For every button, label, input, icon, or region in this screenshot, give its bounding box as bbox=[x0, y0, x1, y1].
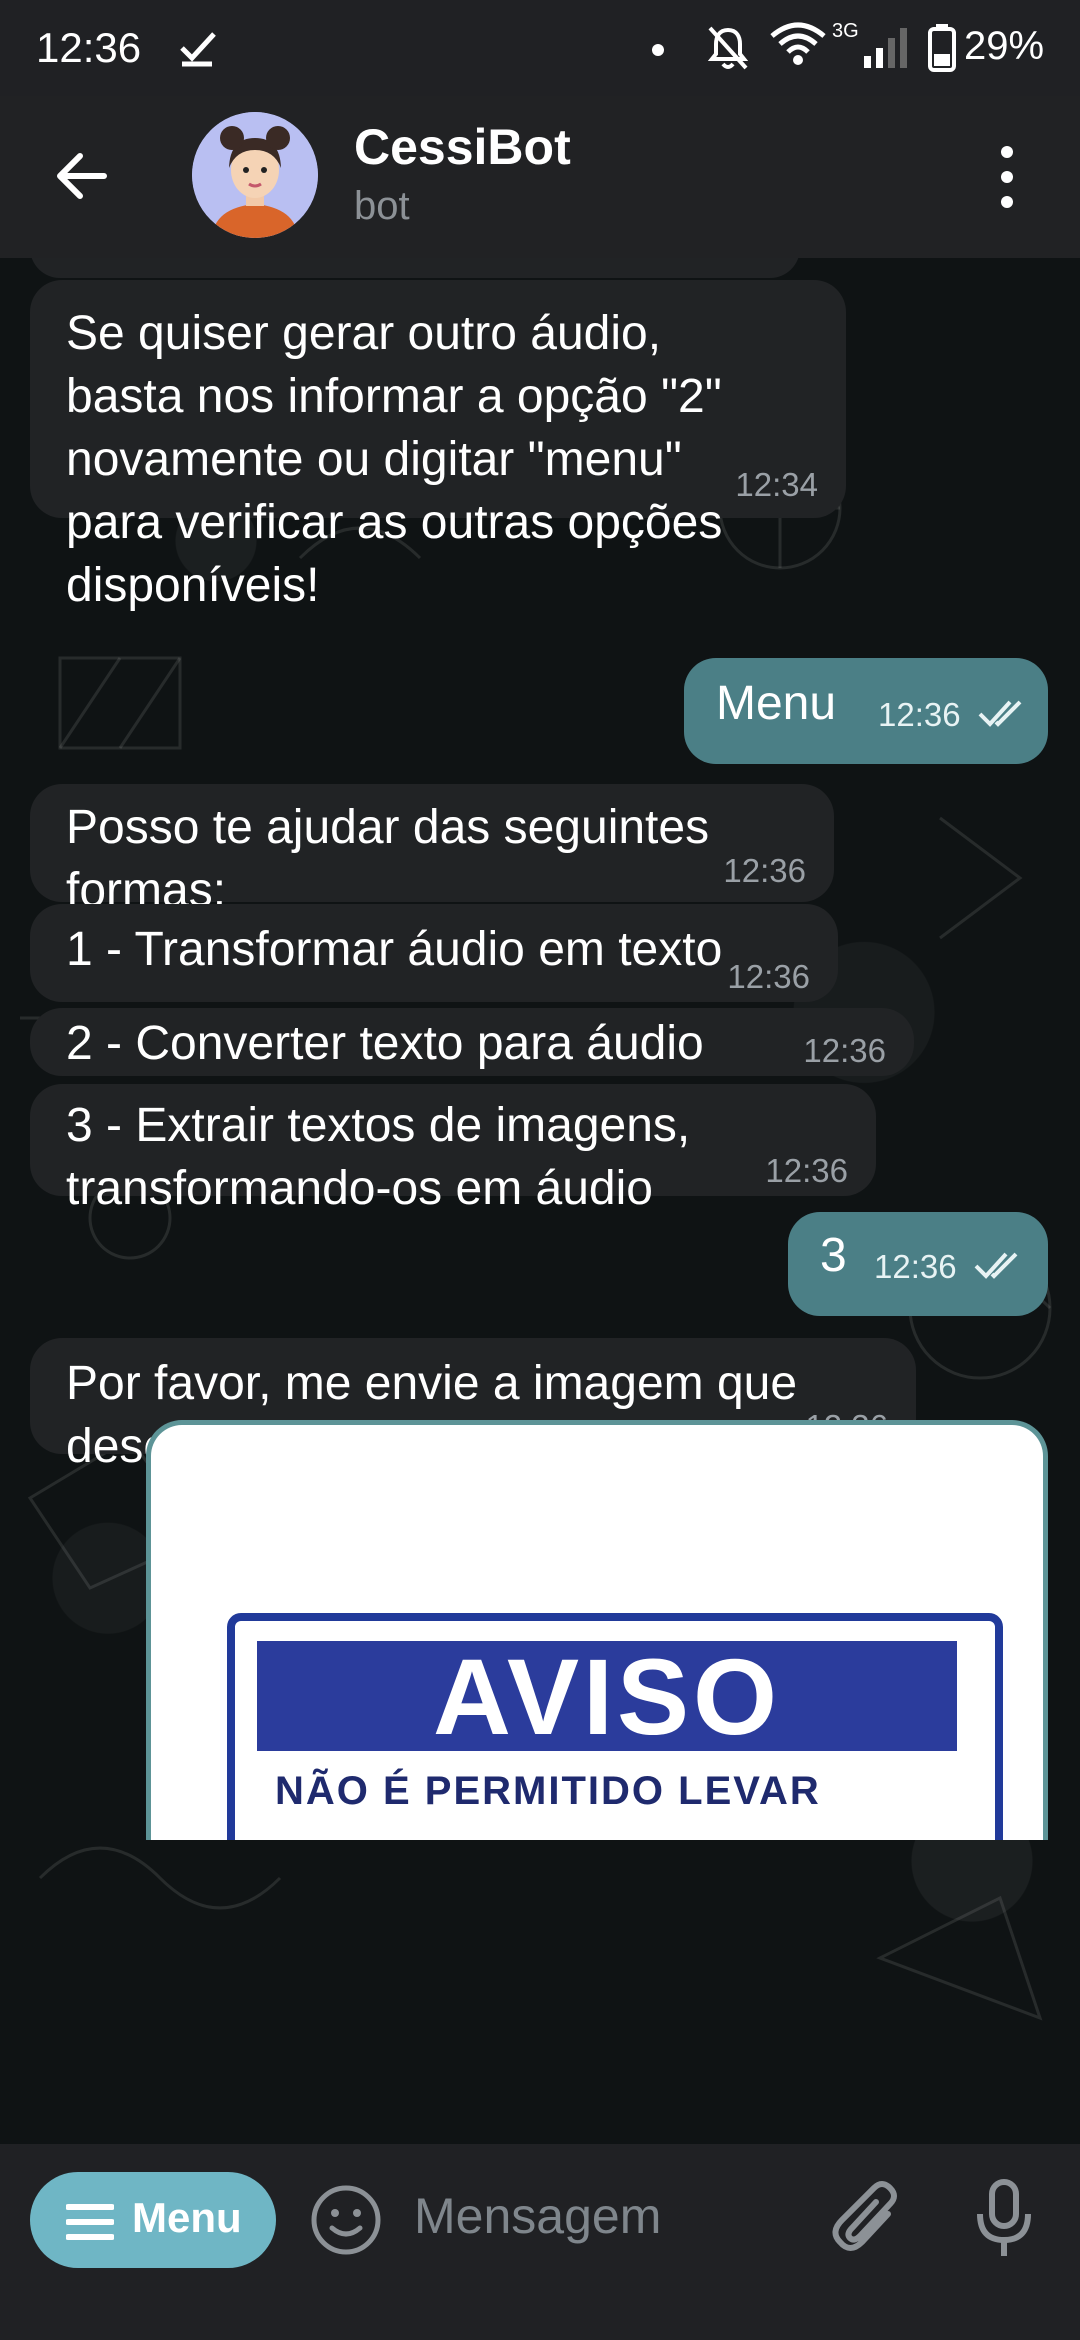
notification-dot-icon bbox=[652, 44, 664, 56]
image-message[interactable]: AVISO NÃO É PERMITIDO LEVAR bbox=[146, 1420, 1048, 1840]
menu-button-label: Menu bbox=[132, 2194, 242, 2241]
message-bubble-incoming[interactable]: 3 - Extrair textos de imagens, transform… bbox=[30, 1084, 876, 1215]
message-bubble-incoming[interactable]: 1 - Transformar áudio em texto 12:36 bbox=[30, 904, 838, 1002]
message-bubble-incoming[interactable]: Posso te ajudar das seguintes formas: 12… bbox=[30, 784, 834, 917]
message-time: 12:36 bbox=[765, 1152, 848, 1189]
mute-icon bbox=[707, 26, 749, 70]
chat-subtitle: bot bbox=[354, 184, 410, 228]
message-bubble-incoming[interactable]: Se quiser gerar outro áudio, basta nos i… bbox=[30, 280, 846, 612]
sign-image: AVISO NÃO É PERMITIDO LEVAR bbox=[227, 1613, 1003, 1840]
message-input-bar: Menu bbox=[0, 2144, 1080, 2340]
double-check-icon bbox=[978, 700, 1022, 727]
mic-icon[interactable] bbox=[976, 2178, 1032, 2260]
attach-icon[interactable] bbox=[830, 2180, 900, 2256]
message-time: 12:36 bbox=[803, 1032, 886, 1069]
avatar[interactable] bbox=[192, 112, 318, 238]
battery-icon bbox=[928, 24, 956, 72]
message-time: 12:36 bbox=[723, 852, 806, 889]
sign-title: AVISO bbox=[257, 1641, 957, 1753]
status-time: 12:36 bbox=[36, 24, 142, 71]
message-time: 12:34 bbox=[735, 466, 818, 503]
emoji-icon[interactable] bbox=[310, 2184, 382, 2256]
battery-percent: 29% bbox=[964, 24, 1045, 68]
message-bubble-outgoing[interactable]: 3 12:36 bbox=[788, 1212, 1048, 1316]
chat-header: CessiBot bot bbox=[0, 96, 1080, 258]
status-bar: 12:36 3G 29% bbox=[0, 0, 1080, 96]
message-text: 3 - Extrair textos de imagens, transform… bbox=[66, 1099, 691, 1215]
signal-icon bbox=[864, 28, 907, 68]
message-text: 1 - Transformar áudio em texto bbox=[66, 923, 723, 976]
message-input[interactable] bbox=[414, 2166, 794, 2266]
message-time: 12:36 bbox=[727, 958, 810, 995]
avatar-image bbox=[192, 112, 318, 238]
message-time: 12:36 bbox=[874, 1248, 957, 1285]
check-icon bbox=[180, 32, 216, 67]
more-vertical-icon[interactable] bbox=[992, 144, 1022, 210]
back-arrow-icon[interactable] bbox=[52, 146, 112, 206]
sign-subtitle: NÃO É PERMITIDO LEVAR bbox=[275, 1769, 821, 1813]
network-type: 3G bbox=[832, 20, 859, 42]
message-text: Se quiser gerar outro áudio, basta nos i… bbox=[66, 307, 723, 612]
double-check-icon bbox=[974, 1252, 1018, 1279]
message-bubble-partial bbox=[30, 258, 800, 278]
message-text: 2 - Converter texto para áudio bbox=[66, 1017, 704, 1070]
message-time: 12:36 bbox=[878, 696, 961, 733]
wifi-icon bbox=[770, 22, 826, 65]
hamburger-icon bbox=[66, 2204, 114, 2240]
message-text: 3 bbox=[820, 1229, 847, 1282]
menu-button[interactable]: Menu bbox=[30, 2172, 276, 2268]
message-bubble-incoming[interactable]: 2 - Converter texto para áudio 12:36 bbox=[30, 1008, 914, 1076]
message-bubble-outgoing[interactable]: Menu 12:36 bbox=[684, 658, 1048, 764]
message-text: Menu bbox=[716, 677, 837, 730]
chat-title[interactable]: CessiBot bbox=[354, 118, 571, 176]
chat-messages[interactable]: Se quiser gerar outro áudio, basta nos i… bbox=[0, 258, 1080, 2144]
